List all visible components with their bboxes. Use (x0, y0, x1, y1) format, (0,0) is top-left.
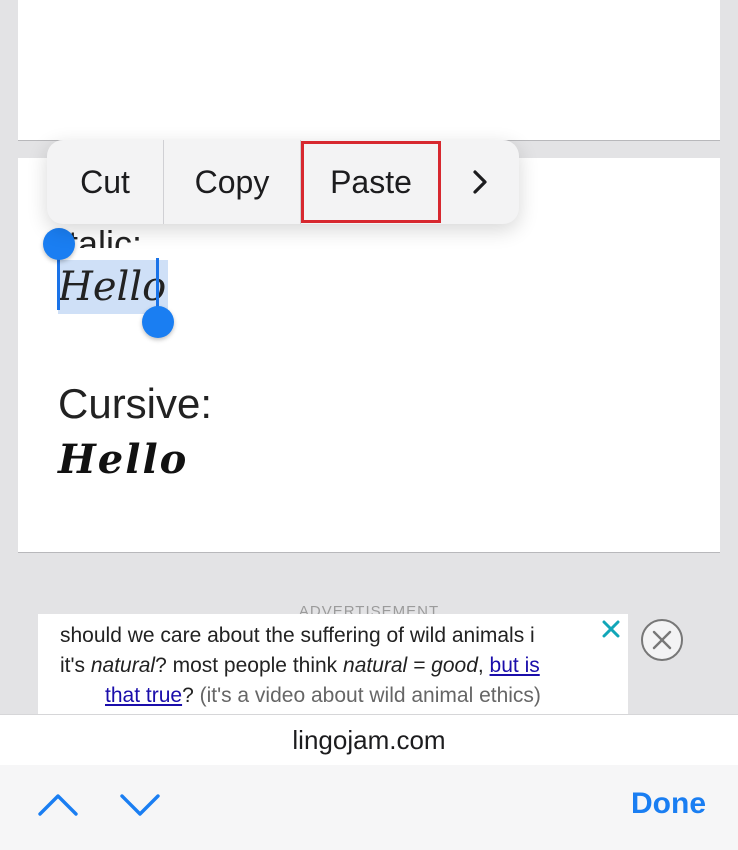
close-x-icon[interactable] (600, 618, 622, 640)
ad-emphasis: natural (90, 654, 156, 677)
ad-emphasis: natural = good (343, 654, 478, 677)
done-button[interactable]: Done (631, 787, 706, 821)
ad-text: ? (182, 684, 194, 707)
chevron-up-icon[interactable] (36, 790, 80, 820)
copy-button[interactable]: Copy (164, 140, 301, 224)
cursive-sample-text[interactable]: Hello (58, 436, 188, 483)
selection-end-handle[interactable] (142, 306, 174, 338)
ad-line-2: it's natural? most people think natural … (60, 654, 540, 678)
cut-button[interactable]: Cut (47, 140, 164, 224)
cursive-label: Cursive: (58, 380, 213, 427)
address-bar[interactable]: lingojam.com (0, 714, 738, 766)
advertisement-label: ADVERTISEMENT (298, 603, 440, 614)
ad-link[interactable]: but is (490, 654, 540, 677)
previous-content-card (18, 0, 720, 140)
ad-text: , (477, 654, 490, 677)
find-toolbar: Done (0, 765, 738, 850)
chevron-down-icon[interactable] (118, 790, 162, 820)
ad-text: it's (60, 654, 91, 677)
ad-line-3: that true? (it's a video about wild anim… (105, 684, 541, 708)
more-options-button[interactable] (441, 140, 519, 224)
ad-link[interactable]: that true (105, 684, 182, 707)
ad-text: ? most people think (155, 654, 344, 677)
ad-subtext: (it's a video about wild animal ethics) (193, 684, 541, 707)
address-domain: lingojam.com (292, 724, 446, 755)
circle-close-icon[interactable] (640, 618, 684, 662)
edit-context-menu: Cut Copy Paste (47, 140, 519, 224)
paste-button[interactable]: Paste (301, 141, 441, 223)
ad-banner[interactable]: should we care about the suffering of wi… (38, 614, 628, 714)
ad-line-1: should we care about the suffering of wi… (60, 624, 535, 647)
selection-start-handle[interactable] (43, 228, 75, 260)
chevron-right-icon (473, 170, 487, 194)
italic-sample-text[interactable]: Hello (58, 260, 169, 314)
